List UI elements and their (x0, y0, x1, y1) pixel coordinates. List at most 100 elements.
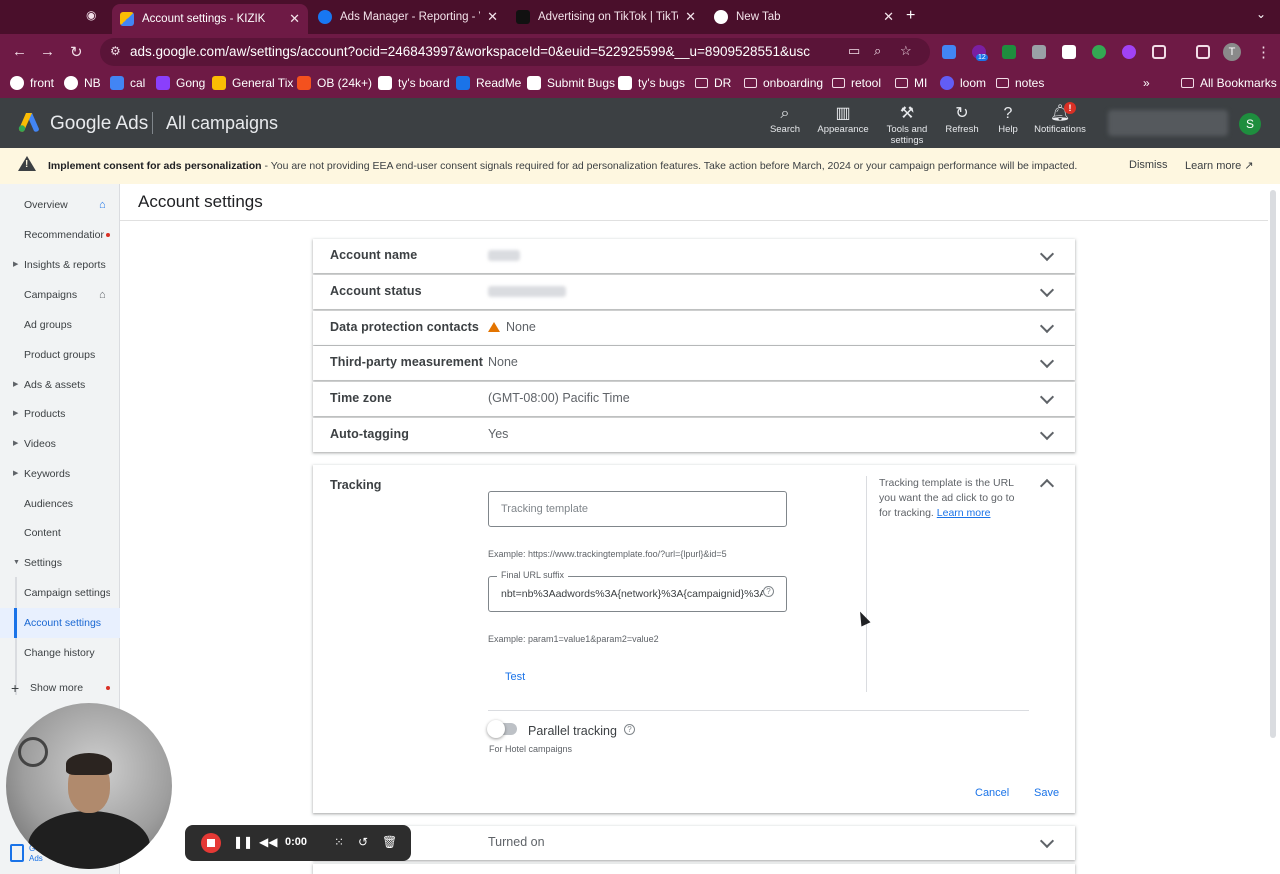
new-tab-plus-icon[interactable]: + (906, 7, 915, 25)
drag-handle-icon[interactable]: ⁙ (334, 835, 344, 849)
bookmark-cal[interactable]: cal (110, 76, 145, 90)
bookmark-submit-bugs[interactable]: Submit Bugs (527, 76, 615, 90)
side-panel-icon[interactable] (1196, 45, 1210, 59)
final-url-suffix-input[interactable]: Final URL suffix nbt=nb%3Aadwords%3A{net… (488, 570, 787, 612)
dismiss-button[interactable]: Dismiss (1129, 159, 1168, 171)
nav-content[interactable]: Content (0, 520, 120, 546)
chevron-down-icon[interactable] (1039, 833, 1055, 849)
nav-insights-reports[interactable]: ▶ Insights & reports (0, 252, 120, 278)
nav-videos[interactable]: ▶ Videos (0, 431, 120, 457)
setting-row-account-status[interactable]: Account status (313, 275, 1075, 309)
site-info-icon[interactable]: ⚙ (110, 44, 121, 58)
header-search-button[interactable]: ⌕ Search (769, 104, 801, 135)
tab-search-chevron-icon[interactable]: ⌄ (1256, 7, 1266, 21)
nav-keywords[interactable]: ▶ Keywords (0, 461, 120, 487)
bookmark-folder-retool[interactable]: retool (832, 76, 881, 90)
browser-tab-ads-manager[interactable]: Ads Manager - Reporting - Vi ✕ (310, 4, 506, 30)
setting-row-time-zone[interactable]: Time zone (GMT-08:00) Pacific Time (313, 382, 1075, 416)
parallel-tracking-toggle[interactable] (487, 720, 517, 738)
checkmark-extension-icon[interactable] (1062, 45, 1076, 59)
nav-overview[interactable]: Overview ⌂ (0, 192, 120, 218)
nav-change-history[interactable]: Change history (0, 640, 120, 666)
forward-arrow-icon[interactable]: → (40, 43, 55, 60)
bookmark-tys-board[interactable]: ty's board (378, 76, 450, 90)
help-circle-icon[interactable]: ? (624, 724, 635, 735)
bookmark-general-tix[interactable]: General Tix (212, 76, 293, 90)
account-info-redacted[interactable] (1108, 110, 1228, 136)
pause-icon[interactable]: ❚❚ (233, 835, 253, 849)
browser-tab-tiktok[interactable]: Advertising on TikTok | TikTok ✕ (508, 4, 704, 30)
user-avatar[interactable]: S (1239, 113, 1261, 135)
close-tab-icon[interactable]: ✕ (883, 9, 894, 25)
back-arrow-icon[interactable]: ← (12, 43, 27, 60)
bookmark-star-icon[interactable]: ☆ (900, 43, 912, 59)
learn-more-link[interactable]: Learn more (937, 507, 991, 519)
all-bookmarks[interactable]: All Bookmarks (1181, 76, 1277, 90)
chevron-down-icon[interactable] (1039, 389, 1055, 405)
chevron-down-icon[interactable] (1039, 246, 1055, 262)
browser-profile-avatar[interactable]: T (1223, 43, 1241, 61)
stop-recording-button[interactable] (201, 833, 221, 853)
tracking-template-input[interactable]: Tracking template (488, 491, 787, 527)
webcam-bubble[interactable] (6, 703, 172, 869)
help-circle-icon[interactable]: ? (763, 586, 774, 597)
chevron-down-icon[interactable] (1039, 318, 1055, 334)
header-notifications-button[interactable]: 🔔︎ Notifications (1030, 104, 1090, 135)
bookmark-front[interactable]: front (10, 76, 54, 90)
bookmark-folder-mi[interactable]: MI (895, 76, 927, 90)
cancel-button[interactable]: Cancel (975, 787, 1009, 799)
nav-product-groups[interactable]: Product groups (0, 342, 120, 368)
browser-menu-icon[interactable]: ⋮ (1256, 43, 1271, 61)
browser-tab-new-tab[interactable]: New Tab ✕ (706, 4, 902, 30)
bookmark-tys-bugs[interactable]: ty's bugs (618, 76, 685, 90)
header-appearance-button[interactable]: ▥ Appearance (815, 104, 871, 135)
close-tab-icon[interactable]: ✕ (289, 11, 300, 27)
trash-icon[interactable]: 🗑︎ (382, 835, 397, 849)
nav-show-more[interactable]: + Show more (0, 675, 120, 701)
url-text[interactable]: ads.google.com/aw/settings/account?ocid=… (130, 44, 810, 59)
header-refresh-button[interactable]: ↻ Refresh (942, 104, 982, 135)
browser-tab-account-settings[interactable]: Account settings - KIZIK ✕ (112, 4, 308, 34)
page-scrollbar[interactable] (1270, 190, 1276, 738)
extension-icon[interactable] (1032, 45, 1046, 59)
campaign-scope-title[interactable]: All campaigns (166, 113, 278, 134)
setting-row-auto-tagging[interactable]: Auto-tagging Yes (313, 418, 1075, 452)
chevron-down-icon[interactable] (1039, 353, 1055, 369)
puzzle-extensions-icon[interactable] (1152, 45, 1166, 59)
setting-row-next[interactable]: Turned on (313, 826, 1075, 860)
extension-icon[interactable] (942, 45, 956, 59)
bookmark-folder-notes[interactable]: notes (996, 76, 1044, 90)
extension-icon[interactable] (1122, 45, 1136, 59)
cast-icon[interactable]: ▭ (848, 43, 860, 59)
save-button[interactable]: Save (1034, 787, 1059, 799)
address-bar[interactable]: ⚙ ads.google.com/aw/settings/account?oci… (100, 38, 930, 66)
chevron-down-icon[interactable] (1039, 425, 1055, 441)
nav-recommendations[interactable]: Recommendations (0, 222, 120, 248)
reload-icon[interactable]: ↻ (70, 43, 83, 61)
header-help-button[interactable]: ? Help (993, 104, 1023, 135)
bookmark-folder-onboarding[interactable]: onboarding (744, 76, 823, 90)
header-tools-button[interactable]: ⚒ Tools and settings (882, 104, 932, 146)
nav-ad-groups[interactable]: Ad groups (0, 312, 120, 338)
bookmarks-overflow-icon[interactable]: » (1143, 76, 1150, 90)
bookmark-nb[interactable]: NB (64, 76, 101, 90)
nav-campaigns[interactable]: Campaigns ⌂ (0, 282, 120, 308)
setting-row-third-party[interactable]: Third-party measurement None (313, 346, 1075, 380)
nav-settings[interactable]: ▼ Settings (0, 550, 120, 576)
extension-icon[interactable] (1092, 45, 1106, 59)
setting-row-account-name[interactable]: Account name (313, 239, 1075, 273)
google-ads-logo-icon[interactable] (18, 112, 40, 132)
bookmark-folder-dr[interactable]: DR (695, 76, 731, 90)
bookmark-readme[interactable]: ReadMe (456, 76, 521, 90)
restart-icon[interactable]: ↺ (358, 835, 368, 849)
bookmark-loom[interactable]: loom (940, 76, 986, 90)
chevron-up-icon[interactable] (1039, 478, 1055, 494)
bookmark-gong[interactable]: Gong (156, 76, 205, 90)
close-tab-icon[interactable]: ✕ (685, 9, 696, 25)
app-icon[interactable] (10, 844, 24, 862)
bookmark-ob[interactable]: OB (24k+) (297, 76, 372, 90)
nav-account-settings[interactable]: Account settings (0, 608, 120, 638)
test-button[interactable]: Test (505, 671, 525, 683)
nav-audiences[interactable]: Audiences (0, 491, 120, 517)
zoom-icon[interactable]: ⌕ (874, 43, 881, 59)
